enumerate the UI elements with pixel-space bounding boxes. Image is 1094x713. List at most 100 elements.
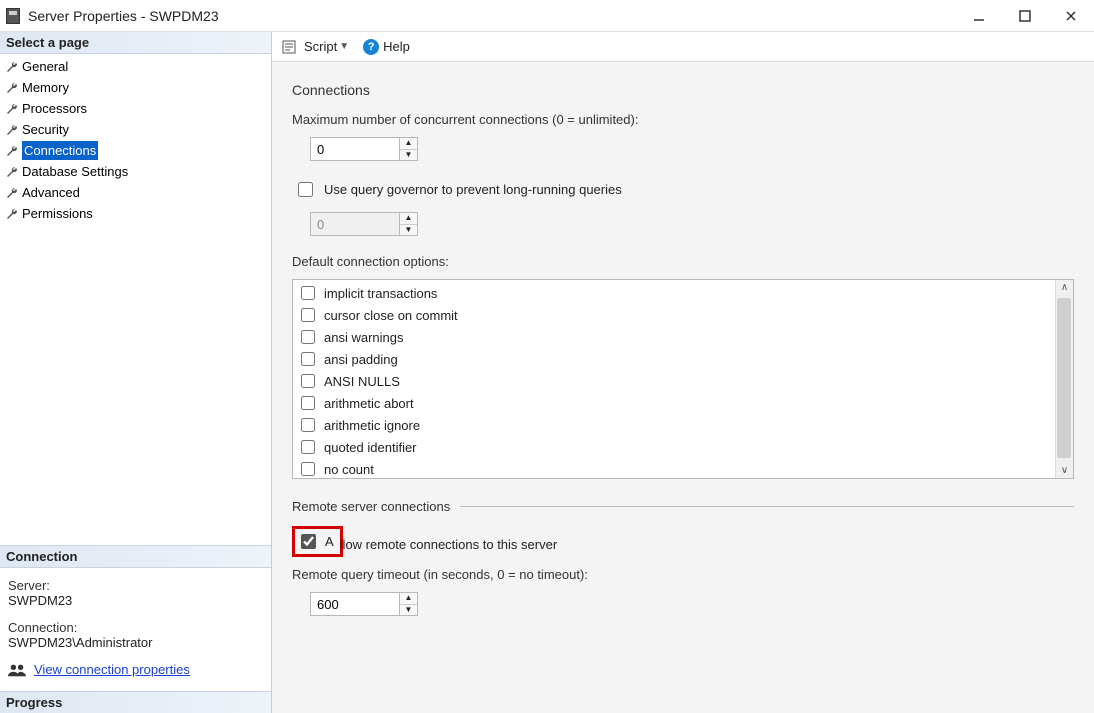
help-button[interactable]: ? Help [357, 39, 410, 55]
sidebar-item-label: Advanced [22, 183, 80, 202]
allow-remote-label: llow remote connections to this server [340, 537, 557, 552]
list-item[interactable]: arithmetic abort [297, 392, 1051, 414]
sidebar-item-label: Connections [22, 141, 98, 160]
option-label: ansi padding [324, 352, 398, 367]
max-connections-label: Maximum number of concurrent connections… [292, 112, 1074, 127]
sidebar-item-connections[interactable]: Connections [0, 140, 271, 161]
option-checkbox[interactable] [301, 440, 315, 454]
list-item[interactable]: no count [297, 458, 1051, 478]
query-governor-checkbox[interactable] [298, 182, 313, 197]
remote-timeout-input[interactable] [310, 592, 400, 616]
option-checkbox[interactable] [301, 396, 315, 410]
people-icon [8, 663, 26, 677]
progress-header: Progress [0, 691, 271, 713]
wrench-icon [6, 82, 18, 94]
sidebar-item-database-settings[interactable]: Database Settings [0, 161, 271, 182]
chevron-down-icon: ▼ [339, 41, 349, 52]
list-item[interactable]: ansi padding [297, 348, 1051, 370]
spinner-down-icon[interactable]: ▼ [400, 605, 417, 616]
option-label: ANSI NULLS [324, 374, 400, 389]
option-checkbox[interactable] [301, 374, 315, 388]
query-governor-input [310, 212, 400, 236]
wrench-icon [6, 187, 18, 199]
query-governor-spinner: ▲ ▼ [400, 212, 418, 236]
connection-value: SWPDM23\Administrator [8, 635, 263, 650]
window-title: Server Properties - SWPDM23 [28, 8, 219, 24]
option-label: cursor close on commit [324, 308, 458, 323]
spinner-down-icon: ▼ [400, 225, 417, 236]
sidebar-item-label: Permissions [22, 204, 93, 223]
option-checkbox[interactable] [301, 308, 315, 322]
default-options-listbox[interactable]: implicit transactions cursor close on com… [292, 279, 1074, 479]
sidebar-item-advanced[interactable]: Advanced [0, 182, 271, 203]
query-governor-label: Use query governor to prevent long-runni… [324, 182, 622, 197]
list-item[interactable]: ANSI NULLS [297, 370, 1051, 392]
allow-remote-label-partA: A [325, 534, 334, 549]
sidebar-item-label: Database Settings [22, 162, 128, 181]
sidebar-item-label: Processors [22, 99, 87, 118]
page-list: GeneralMemory Processors Security Connectio… [0, 54, 271, 236]
sidebar-item-processors[interactable]: Processors [0, 98, 271, 119]
content-area: Script ▼ ? Help Connections Maximum numb… [272, 32, 1094, 713]
scroll-up-icon[interactable]: ∧ [1061, 280, 1068, 295]
remote-timeout-label: Remote query timeout (in seconds, 0 = no… [292, 567, 1074, 582]
remote-timeout-spinner[interactable]: ▲ ▼ [400, 592, 418, 616]
sidebar-item-permissions[interactable]: Permissions [0, 203, 271, 224]
default-options-label: Default connection options: [292, 254, 1074, 269]
connection-info: Server: SWPDM23 Connection: SWPDM23\Admi… [0, 568, 271, 691]
connection-header: Connection [0, 545, 271, 568]
sidebar-item-label: Security [22, 120, 69, 139]
connections-heading: Connections [292, 82, 1074, 98]
sidebar-item-memory[interactable]: Memory [0, 77, 271, 98]
option-label: arithmetic abort [324, 396, 414, 411]
list-item[interactable]: ansi warnings [297, 326, 1051, 348]
script-dropdown[interactable]: Script ▼ [304, 39, 349, 54]
option-checkbox[interactable] [301, 352, 315, 366]
maximize-button[interactable] [1002, 0, 1048, 32]
spinner-up-icon: ▲ [400, 213, 417, 225]
close-button[interactable] [1048, 0, 1094, 32]
script-label: Script [304, 39, 337, 54]
wrench-icon [6, 208, 18, 220]
allow-remote-checkbox[interactable] [301, 534, 316, 549]
script-icon [282, 40, 296, 54]
connection-label: Connection: [8, 620, 263, 635]
toolbar: Script ▼ ? Help [272, 32, 1094, 62]
list-item[interactable]: cursor close on commit [297, 304, 1051, 326]
server-label: Server: [8, 578, 263, 593]
wrench-icon [6, 103, 18, 115]
spinner-up-icon[interactable]: ▲ [400, 138, 417, 150]
option-checkbox[interactable] [301, 462, 315, 476]
server-value: SWPDM23 [8, 593, 263, 608]
wrench-icon [6, 166, 18, 178]
allow-remote-highlight: A [292, 526, 343, 557]
option-checkbox[interactable] [301, 286, 315, 300]
list-item[interactable]: quoted identifier [297, 436, 1051, 458]
wrench-icon [6, 61, 18, 73]
view-connection-properties-link[interactable]: View connection properties [34, 662, 190, 677]
list-item[interactable]: arithmetic ignore [297, 414, 1051, 436]
sidebar-item-general[interactable]: General [0, 56, 271, 77]
divider [460, 506, 1074, 507]
app-icon [6, 8, 20, 24]
titlebar: Server Properties - SWPDM23 [0, 0, 1094, 32]
wrench-icon [6, 124, 18, 136]
scrollbar-thumb[interactable] [1057, 298, 1071, 458]
remote-connections-heading: Remote server connections [292, 499, 450, 514]
sidebar-item-label: Memory [22, 78, 69, 97]
spinner-up-icon[interactable]: ▲ [400, 593, 417, 605]
sidebar-item-security[interactable]: Security [0, 119, 271, 140]
help-icon: ? [363, 39, 379, 55]
minimize-button[interactable] [956, 0, 1002, 32]
help-label: Help [383, 39, 410, 54]
spinner-down-icon[interactable]: ▼ [400, 150, 417, 161]
max-connections-input[interactable] [310, 137, 400, 161]
list-item[interactable]: implicit transactions [297, 282, 1051, 304]
listbox-scrollbar[interactable]: ∧ ∨ [1055, 280, 1073, 478]
scroll-down-icon[interactable]: ∨ [1061, 463, 1068, 478]
option-label: arithmetic ignore [324, 418, 420, 433]
select-page-header: Select a page [0, 32, 271, 54]
option-checkbox[interactable] [301, 418, 315, 432]
option-checkbox[interactable] [301, 330, 315, 344]
max-connections-spinner[interactable]: ▲ ▼ [400, 137, 418, 161]
